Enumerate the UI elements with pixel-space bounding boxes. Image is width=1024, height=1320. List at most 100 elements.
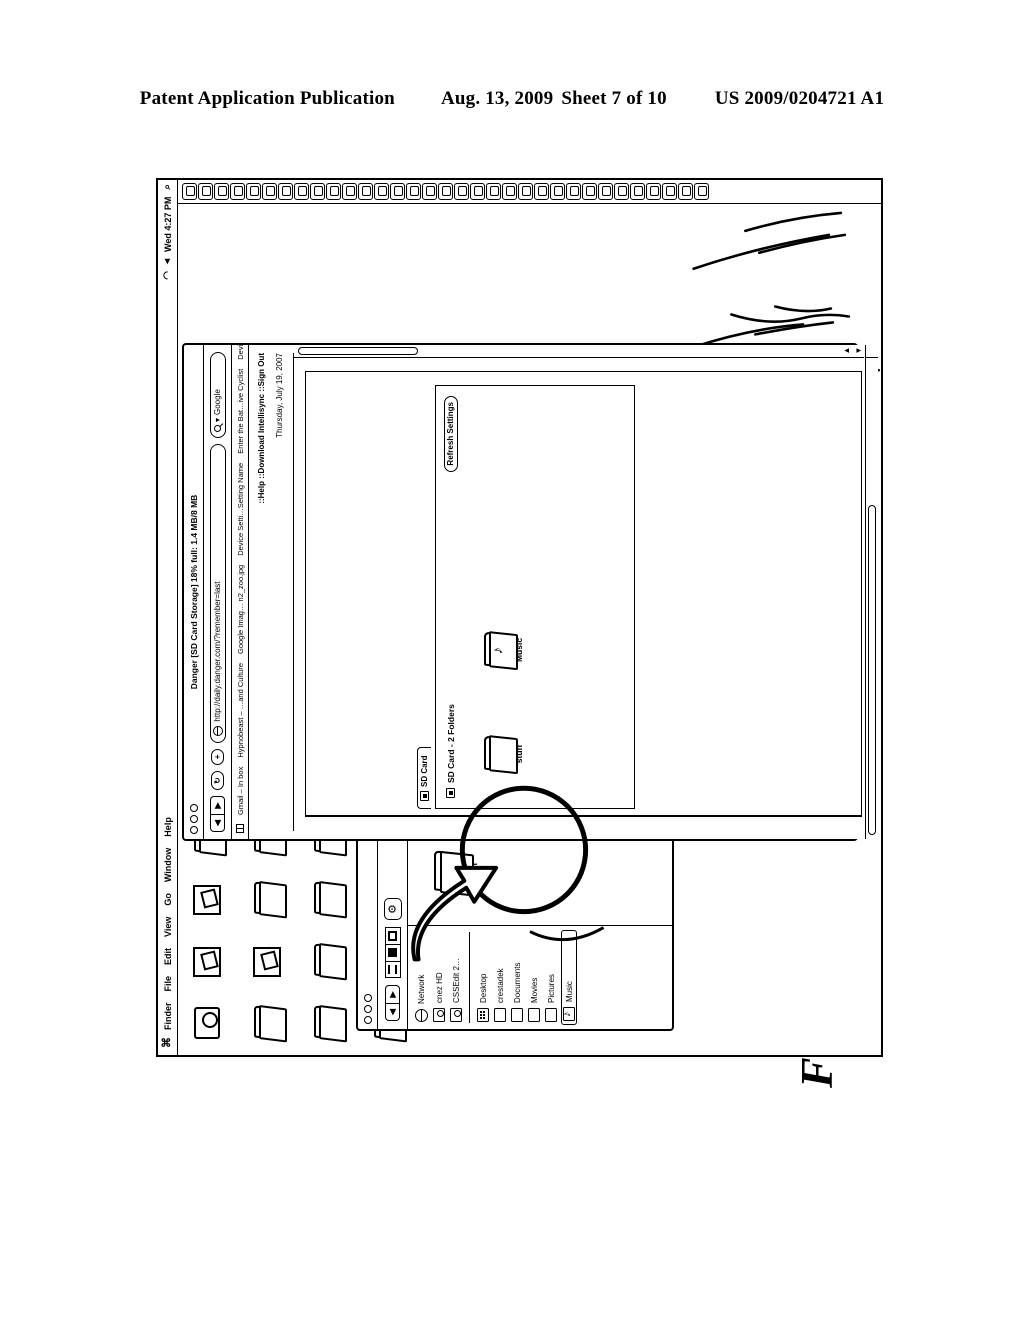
- menu-item-file[interactable]: File: [163, 976, 173, 992]
- volume-icon[interactable]: ◂: [162, 259, 173, 264]
- sidebar-item-music[interactable]: Music: [561, 930, 578, 1025]
- menu-item-help[interactable]: Help: [163, 817, 173, 837]
- dock-app-icon[interactable]: [438, 183, 453, 200]
- finder-sidebar[interactable]: Network cnez HD CSSEdit 2… Desktop crest…: [408, 925, 674, 1029]
- menu-item-go[interactable]: Go: [163, 893, 173, 906]
- dock-app-icon[interactable]: [598, 183, 613, 200]
- finder-nav-group[interactable]: ◀ ▶: [384, 985, 401, 1021]
- sidebar-item-pictures[interactable]: Pictures: [544, 930, 558, 1025]
- dock-app-icon[interactable]: [182, 183, 197, 200]
- desktop-icon[interactable]: [244, 993, 300, 1047]
- browser-toolbar[interactable]: ◀ ▶ ↻ + http://daily.danger.com/?remembe…: [204, 345, 232, 839]
- apple-menu-icon[interactable]: ⌘: [161, 1037, 173, 1048]
- dock-app-icon[interactable]: [582, 183, 597, 200]
- minimize-button[interactable]: [189, 815, 198, 823]
- menu-item-view[interactable]: View: [163, 917, 173, 937]
- dock-app-icon[interactable]: [678, 183, 693, 200]
- sidebar-item-desktop[interactable]: Desktop: [476, 930, 490, 1025]
- sidebar-item-crestadek[interactable]: crestadek: [493, 930, 507, 1025]
- back-button[interactable]: ◀: [384, 1003, 401, 1021]
- forward-button[interactable]: ▶: [209, 796, 226, 814]
- dock-app-icon[interactable]: [326, 183, 341, 200]
- page-tab-row[interactable]: SD Card: [417, 747, 431, 809]
- dock-app-icon[interactable]: [406, 183, 421, 200]
- bookmark-enter-the-bat[interactable]: Enter the Bat…ive Cyclist: [236, 369, 245, 454]
- view-column-mode-button[interactable]: [384, 927, 401, 944]
- action-gear-button[interactable]: ⚙: [383, 898, 402, 920]
- sidebar-item-network[interactable]: Network: [414, 930, 429, 1025]
- bookmark-google-imag[interactable]: Google Imag… n2_zoo.jpg: [236, 565, 245, 654]
- refresh-settings-button[interactable]: Refresh Settings: [444, 396, 458, 472]
- zoom-button[interactable]: [189, 804, 198, 812]
- dock-app-icon[interactable]: [310, 183, 325, 200]
- dock-app-icon[interactable]: [278, 183, 293, 200]
- sd-folder-stuff[interactable]: stuff: [483, 724, 524, 784]
- dock-app-icon[interactable]: [662, 183, 677, 200]
- zoom-button[interactable]: [363, 994, 372, 1002]
- scroll-down-arrow-icon[interactable]: ▼: [853, 345, 864, 356]
- window-resize-grip[interactable]: [865, 345, 878, 358]
- desktop-icon[interactable]: [304, 869, 360, 923]
- view-icon-mode-button[interactable]: [384, 961, 401, 978]
- dock-app-icon[interactable]: [566, 183, 581, 200]
- desktop-icon[interactable]: [184, 993, 240, 1047]
- vertical-scrollbar-thumb[interactable]: [298, 347, 418, 355]
- horizontal-scrollbar[interactable]: [865, 358, 878, 839]
- bookmarks-bar[interactable]: Gmail – In box Hypnobeast – …and Culture…: [232, 345, 249, 839]
- desktop-icon[interactable]: [244, 869, 300, 923]
- browser-title-bar[interactable]: Danger [SD Card Storage] 18% full: 1.4 M…: [184, 345, 204, 839]
- dock-app-icon[interactable]: [534, 183, 549, 200]
- dock-app-icon[interactable]: [470, 183, 485, 200]
- desktop-icon[interactable]: [244, 931, 300, 985]
- close-button[interactable]: [363, 1016, 372, 1024]
- menu-item-window[interactable]: Window: [163, 848, 173, 882]
- sidebar-item-cssedit[interactable]: CSSEdit 2…: [449, 930, 463, 1025]
- search-input[interactable]: ▾ Google: [209, 352, 226, 438]
- horizontal-scrollbar-thumb[interactable]: [868, 505, 876, 835]
- back-button[interactable]: ◀: [209, 814, 226, 832]
- bookmark-device-settings-name[interactable]: Device Setti…Setting Name: [236, 463, 245, 556]
- scroll-up-arrow-icon[interactable]: ▲: [841, 345, 852, 356]
- desktop-icon[interactable]: [184, 869, 240, 923]
- dock-app-icon[interactable]: [614, 183, 629, 200]
- search-chevron-down-icon[interactable]: ▾: [213, 418, 222, 422]
- dock-app-icon[interactable]: [550, 183, 565, 200]
- dock-app-icon[interactable]: [518, 183, 533, 200]
- dock-app-icon[interactable]: [230, 183, 245, 200]
- dock-app-icon[interactable]: [502, 183, 517, 200]
- bookmarks-book-icon[interactable]: [236, 824, 244, 833]
- address-bar[interactable]: http://daily.danger.com/?remember=last: [209, 444, 226, 743]
- spotlight-search-icon[interactable]: ⌕: [162, 184, 173, 190]
- menu-bar-clock[interactable]: Wed 4:27 PM: [163, 197, 173, 252]
- dock[interactable]: [178, 180, 881, 204]
- finder-window-controls[interactable]: [363, 994, 372, 1024]
- browser-window[interactable]: Danger [SD Card Storage] 18% full: 1.4 M…: [182, 343, 878, 841]
- sidebar-item-movies[interactable]: Movies: [527, 930, 541, 1025]
- menu-item-finder[interactable]: Finder: [163, 1002, 173, 1030]
- desktop-icon[interactable]: [184, 931, 240, 985]
- dock-app-icon[interactable]: [694, 183, 709, 200]
- dock-app-icon[interactable]: [454, 183, 469, 200]
- sidebar-item-cnez-hd[interactable]: cnez HD: [432, 930, 446, 1025]
- finder-item-stuff[interactable]: stuff: [434, 837, 479, 907]
- desktop-icon[interactable]: [304, 993, 360, 1047]
- wifi-icon[interactable]: ◠: [162, 271, 173, 280]
- sd-folder-music[interactable]: ♪ Music: [483, 620, 524, 680]
- dock-app-icon[interactable]: [342, 183, 357, 200]
- close-button[interactable]: [189, 826, 198, 834]
- dock-app-icon[interactable]: [630, 183, 645, 200]
- menu-item-edit[interactable]: Edit: [163, 948, 173, 965]
- dock-app-icon[interactable]: [198, 183, 213, 200]
- dock-app-icon[interactable]: [214, 183, 229, 200]
- dock-app-icon[interactable]: [390, 183, 405, 200]
- dock-app-icon[interactable]: [486, 183, 501, 200]
- tab-sd-card[interactable]: SD Card: [417, 747, 431, 809]
- dock-app-icon[interactable]: [422, 183, 437, 200]
- browser-nav-group[interactable]: ◀ ▶: [209, 796, 226, 832]
- vertical-scrollbar[interactable]: ▲ ▼: [294, 345, 864, 358]
- dock-app-icon[interactable]: [358, 183, 373, 200]
- reload-button[interactable]: ↻: [210, 771, 225, 790]
- dock-app-icon[interactable]: [646, 183, 661, 200]
- minimize-button[interactable]: [363, 1005, 372, 1013]
- dock-app-icon[interactable]: [374, 183, 389, 200]
